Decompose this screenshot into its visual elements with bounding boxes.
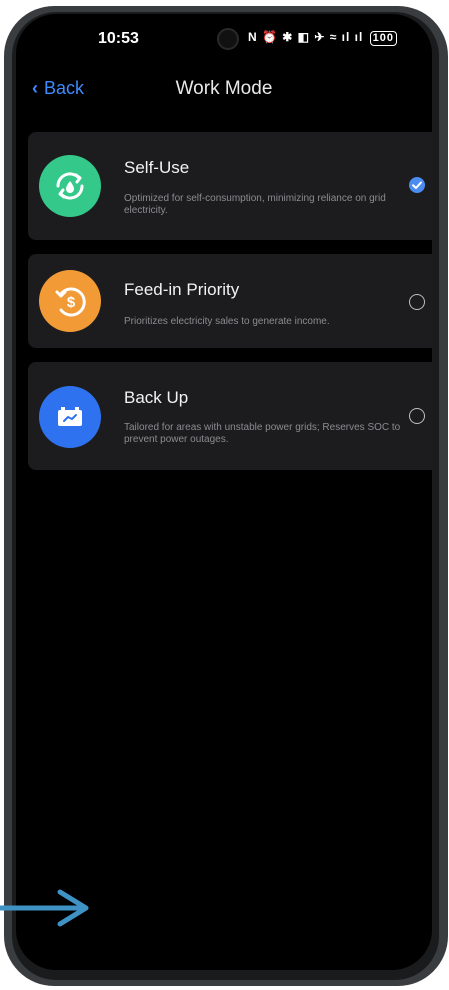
checkmark-icon bbox=[412, 181, 422, 189]
status-bar: 10:53 N ⏰ ✱ ◧ ✈ ≈ ıl ıl 100 bbox=[16, 14, 432, 60]
mode-name: Self-Use bbox=[124, 158, 190, 177]
battery-level: 100 bbox=[372, 32, 395, 44]
battery-icon: 100 bbox=[369, 31, 398, 46]
mode-description: Tailored for areas with unstable power g… bbox=[124, 422, 401, 445]
mode-name: Back Up bbox=[124, 388, 189, 407]
navigation-bar: ‹ Back Work Mode bbox=[16, 76, 432, 106]
page-title: Work Mode bbox=[175, 78, 273, 99]
mode-description: Prioritizes electricity sales to generat… bbox=[124, 316, 330, 327]
self-use-icon bbox=[39, 155, 101, 217]
mode-option-self-use[interactable]: Self-Use Optimized for self-consumption,… bbox=[28, 132, 432, 240]
radio-unchecked[interactable] bbox=[409, 408, 425, 424]
front-camera bbox=[217, 28, 239, 50]
mode-name: Feed-in Priority bbox=[124, 280, 240, 299]
radio-checked[interactable] bbox=[409, 177, 425, 193]
mode-option-feed-in-priority[interactable]: $ Feed-in Priority Prioritizes electrici… bbox=[28, 254, 432, 348]
mode-option-back-up[interactable]: Back Up Tailored for areas with unstable… bbox=[28, 362, 432, 470]
screen: 10:53 N ⏰ ✱ ◧ ✈ ≈ ıl ıl 100 ‹ Back Work M… bbox=[16, 14, 432, 970]
status-icons: N ⏰ ✱ ◧ ✈ ≈ ıl ıl 100 bbox=[248, 30, 398, 46]
mode-description: Optimized for self-consumption, minimizi… bbox=[124, 193, 386, 216]
radio-unchecked[interactable] bbox=[409, 294, 425, 310]
status-indicator-icons: N ⏰ ✱ ◧ ✈ ≈ ıl ıl bbox=[248, 30, 364, 44]
status-time: 10:53 bbox=[98, 30, 139, 47]
svg-text:$: $ bbox=[67, 294, 76, 311]
dollar-icon: $ bbox=[39, 270, 101, 332]
annotation-arrow-icon bbox=[0, 889, 89, 927]
battery-plug-icon bbox=[39, 386, 101, 448]
